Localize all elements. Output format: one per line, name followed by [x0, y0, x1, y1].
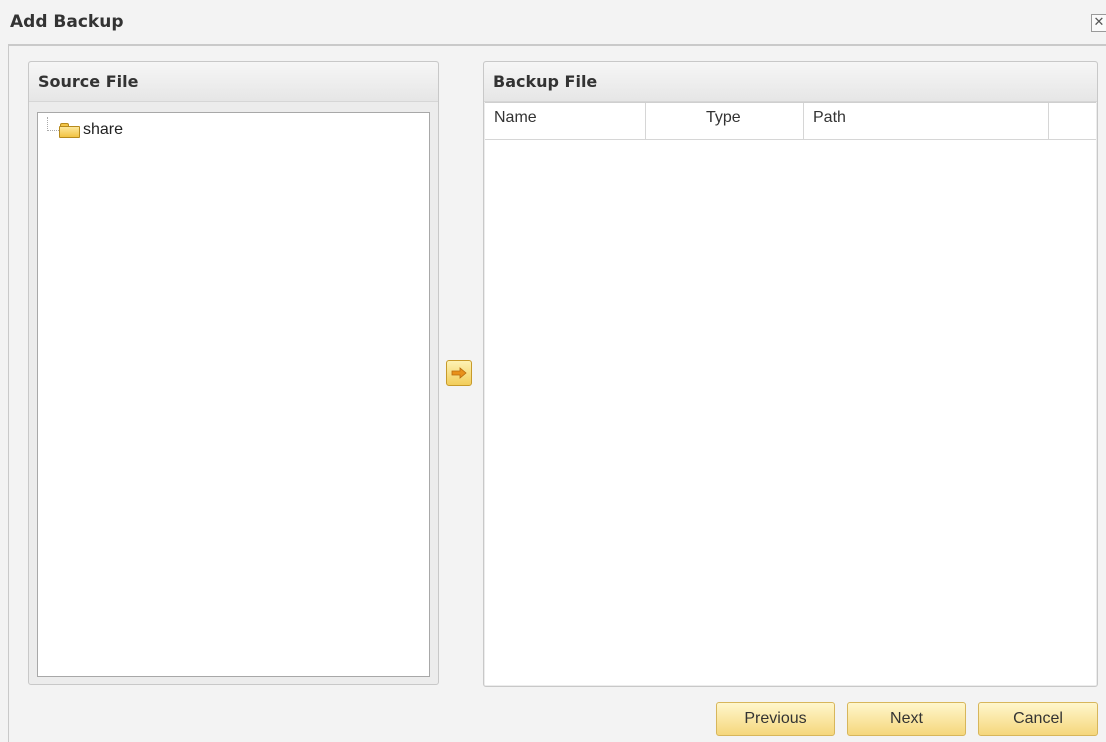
tree-node-label: share	[83, 121, 124, 138]
title-divider	[8, 44, 1106, 46]
dialog-title: Add Backup	[10, 12, 124, 32]
backup-file-panel: Backup File Name Type Path	[483, 61, 1098, 687]
source-file-panel: Source File share	[28, 61, 439, 685]
tree-connector	[47, 117, 59, 131]
previous-button[interactable]: Previous	[716, 702, 835, 736]
arrow-right-icon	[451, 367, 467, 379]
grid-header: Name Type Path	[485, 103, 1096, 140]
close-button[interactable]: ✕	[1091, 14, 1106, 32]
column-header-type[interactable]: Type	[646, 103, 804, 139]
backup-file-grid[interactable]: Name Type Path	[485, 102, 1096, 685]
backup-file-header: Backup File	[484, 62, 1097, 102]
column-header-path[interactable]: Path	[804, 103, 1049, 139]
dialog-left-border	[8, 44, 9, 742]
dialog-titlebar: Add Backup ✕	[0, 0, 1106, 46]
add-to-backup-button[interactable]	[446, 360, 472, 386]
source-file-header: Source File	[29, 62, 438, 102]
folder-icon	[59, 122, 81, 138]
tree-node-share[interactable]: share	[47, 117, 124, 141]
column-header-extra	[1049, 103, 1096, 139]
source-file-tree[interactable]: share	[37, 112, 430, 677]
column-header-name[interactable]: Name	[485, 103, 646, 139]
next-button[interactable]: Next	[847, 702, 966, 736]
cancel-button[interactable]: Cancel	[978, 702, 1098, 736]
